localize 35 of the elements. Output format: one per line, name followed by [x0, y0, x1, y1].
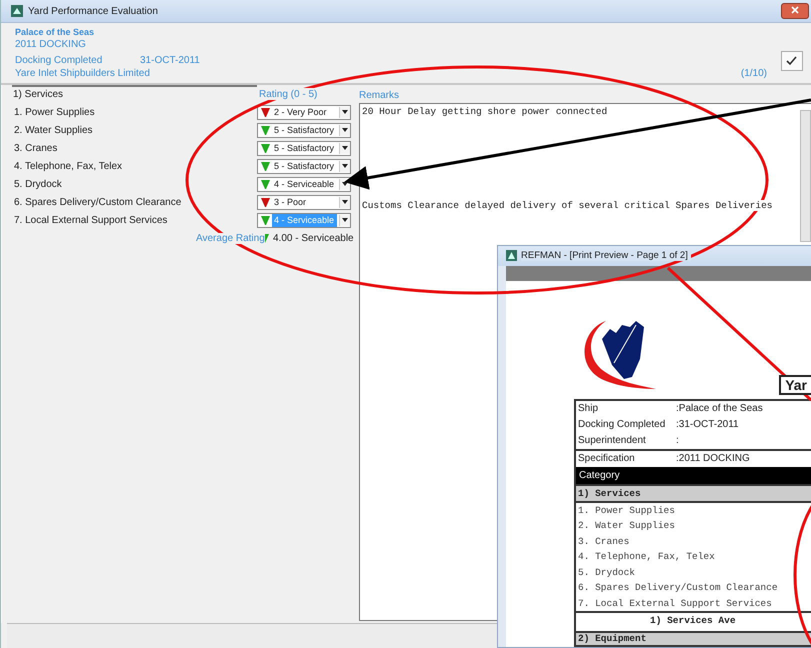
- rating-header: Rating (0 - 5): [257, 88, 320, 100]
- report-item: 5. Drydock: [577, 566, 636, 580]
- report-heading: Yar: [779, 374, 811, 394]
- remark-text: 20 Hour Delay getting shore power connected: [362, 106, 608, 117]
- average-label: Average Rating: [196, 232, 265, 244]
- field-label: Ship: [578, 403, 600, 414]
- remark-text: Customs Clearance delayed delivery of several critical Spares Deliveries: [362, 200, 772, 212]
- field-value: :: [676, 435, 679, 446]
- docking-label: Docking Completed: [15, 55, 104, 66]
- specification-text: 2011 DOCKING: [15, 39, 87, 50]
- docking-date: 31-OCT-2011: [140, 55, 200, 66]
- category-heading: 1) Services: [12, 85, 257, 103]
- remarks-header: Remarks: [358, 89, 400, 103]
- report-item: 1. Power Supplies: [577, 504, 676, 518]
- yard-name: Yare Inlet Shipbuilders Limited: [15, 68, 151, 79]
- window-title: Yard Performance Evaluation: [28, 6, 158, 16]
- report-item: 3. Cranes: [577, 534, 630, 548]
- field-value: :2011 DOCKING: [676, 453, 750, 464]
- category-column-header: Category: [576, 466, 811, 484]
- report-item: 2. Water Supplies: [577, 519, 676, 533]
- report-item: 6. Spares Delivery/Custom Clearance: [577, 581, 779, 595]
- report-item: 4. Telephone, Fax, Telex: [577, 550, 716, 564]
- field-label: Superintendent: [578, 435, 647, 446]
- field-value: :31-OCT-2011: [676, 419, 739, 430]
- section-heading: 1) Services: [576, 484, 811, 502]
- group-label: Palace of the Seas: [15, 27, 96, 37]
- field-value: :Palace of the Seas: [676, 403, 763, 414]
- field-label: Specification: [578, 453, 636, 464]
- window-title: REFMAN - [Print Preview - Page 1 of 2]: [521, 250, 691, 262]
- average-value: 4.00 - Serviceable: [273, 232, 354, 244]
- report-item: 7. Local External Support Services: [577, 596, 773, 610]
- section-heading: 2) Equipment: [576, 631, 811, 645]
- section-average: 1) Services Ave: [576, 611, 811, 628]
- page-counter: (1/10): [740, 68, 767, 79]
- field-label: Docking Completed: [578, 419, 666, 430]
